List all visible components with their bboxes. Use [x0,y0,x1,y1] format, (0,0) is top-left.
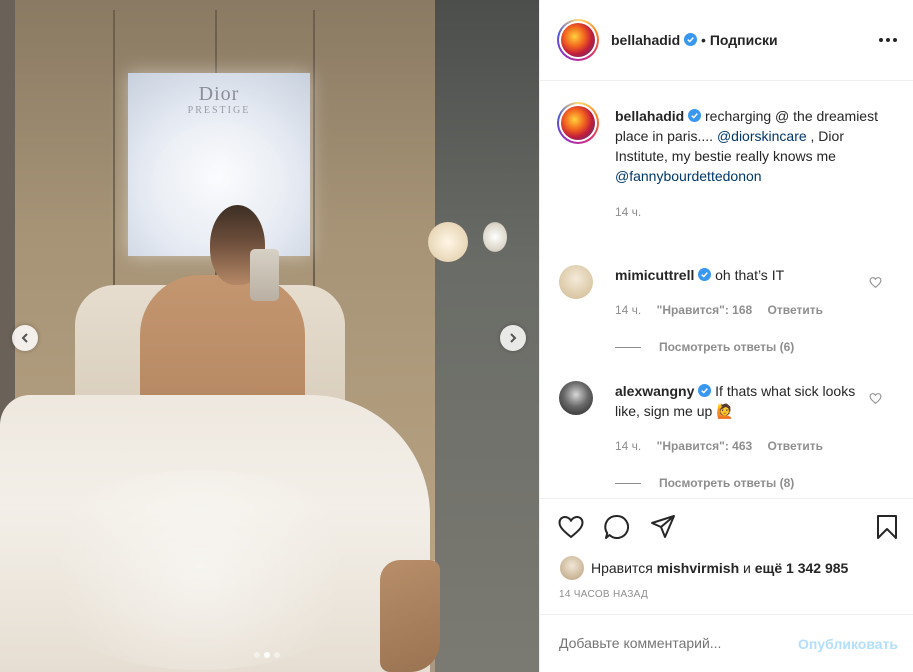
likes-middle: и [743,560,751,576]
dior-sub-logo: PRESTIGE [187,105,251,116]
heart-icon[interactable] [557,513,585,541]
caption: bellahadid recharging @ the dreamiest pl… [615,106,885,222]
chevron-left-icon [21,333,28,343]
comment-meta: 14 ч. "Нравится": 463 Ответить [615,439,835,453]
view-replies-button[interactable]: Посмотреть ответы (6) [615,340,794,354]
comment-likes[interactable]: "Нравится": 463 [657,439,753,453]
carousel-dot [274,652,280,658]
comment-like-icon[interactable] [869,392,882,405]
mention-link[interactable]: @diorskincare [717,128,807,144]
person-leg [380,560,440,672]
liker-avatar[interactable] [559,555,585,581]
liker-username[interactable]: mishvirmish [657,560,739,576]
mention-link[interactable]: @fannybourdettedonon [615,168,762,184]
commenter-avatar[interactable] [559,265,593,299]
post-sidebar: bellahadid • Подписки bellahadid recharg… [539,0,913,672]
comments-section[interactable]: bellahadid recharging @ the dreamiest pl… [540,81,913,499]
share-icon[interactable] [649,513,677,541]
comment-text: alexwangny If thats what sick looks like… [615,381,865,421]
post-timestamp[interactable]: 14 ЧАСОВ НАЗАД [559,589,648,600]
verified-badge-icon [698,384,712,397]
replies-line [615,482,641,484]
header-separator: • [701,32,706,48]
comment-time[interactable]: 14 ч. [615,303,641,317]
post-image[interactable]: Dior PRESTIGE [0,0,539,672]
comment-like-icon[interactable] [869,276,882,289]
verified-badge-icon [688,109,702,122]
caption-username[interactable]: bellahadid [615,108,684,124]
bookmark-icon[interactable] [873,513,901,541]
verified-badge-icon [698,268,712,281]
likes-prefix: Нравится [591,560,653,576]
author-username[interactable]: bellahadid [611,32,680,48]
header-line: bellahadid • Подписки [611,32,778,48]
commenter-username[interactable]: alexwangny [615,383,694,399]
commenter-username[interactable]: mimicuttrell [615,267,694,283]
carousel-dot-active [264,652,270,658]
wall-lamp [483,222,507,252]
comment-body: oh that’s IT [715,267,785,283]
commenter-avatar[interactable] [559,381,593,415]
caption-time[interactable]: 14 ч. [615,202,885,222]
verified-badge-icon [684,33,698,46]
caption-avatar[interactable] [557,102,599,144]
comment-time[interactable]: 14 ч. [615,439,641,453]
publish-button[interactable]: Опубликовать [798,636,898,652]
sheet-highlight [20,470,380,670]
dior-logo: Dior [198,83,240,105]
carousel-dots [254,652,280,658]
chevron-right-icon [510,333,517,343]
comment-meta: 14 ч. "Нравится": 168 Ответить [615,303,835,317]
comment-input[interactable] [559,635,779,651]
more-dots-icon[interactable] [878,32,898,48]
likes-line: Нравится mishvirmish и ещё 1 342 985 [559,555,848,581]
avatar-image [561,23,595,57]
comment-reply-button[interactable]: Ответить [768,303,823,317]
follow-status-button[interactable]: Подписки [710,32,778,48]
comment-icon[interactable] [603,513,631,541]
view-replies-button[interactable]: Посмотреть ответы (8) [615,476,794,490]
comment-likes[interactable]: "Нравится": 168 [657,303,753,317]
comment-reply-button[interactable]: Ответить [768,439,823,453]
phone-in-hand [250,249,279,301]
carousel-prev-button[interactable] [12,325,38,351]
author-avatar[interactable] [557,19,599,61]
carousel-next-button[interactable] [500,325,526,351]
add-comment-bar: Опубликовать [540,614,913,672]
replies-line [615,346,641,348]
likes-count-button[interactable]: ещё 1 342 985 [755,560,849,576]
view-replies-label: Посмотреть ответы (8) [659,476,795,490]
avatar-image [561,106,595,140]
post-header: bellahadid • Подписки [540,0,913,81]
carousel-dot [254,652,260,658]
comment-text: mimicuttrell oh that’s IT [615,265,865,285]
wall-lamp [428,222,468,262]
view-replies-label: Посмотреть ответы (6) [659,340,795,354]
action-bar [540,500,913,550]
